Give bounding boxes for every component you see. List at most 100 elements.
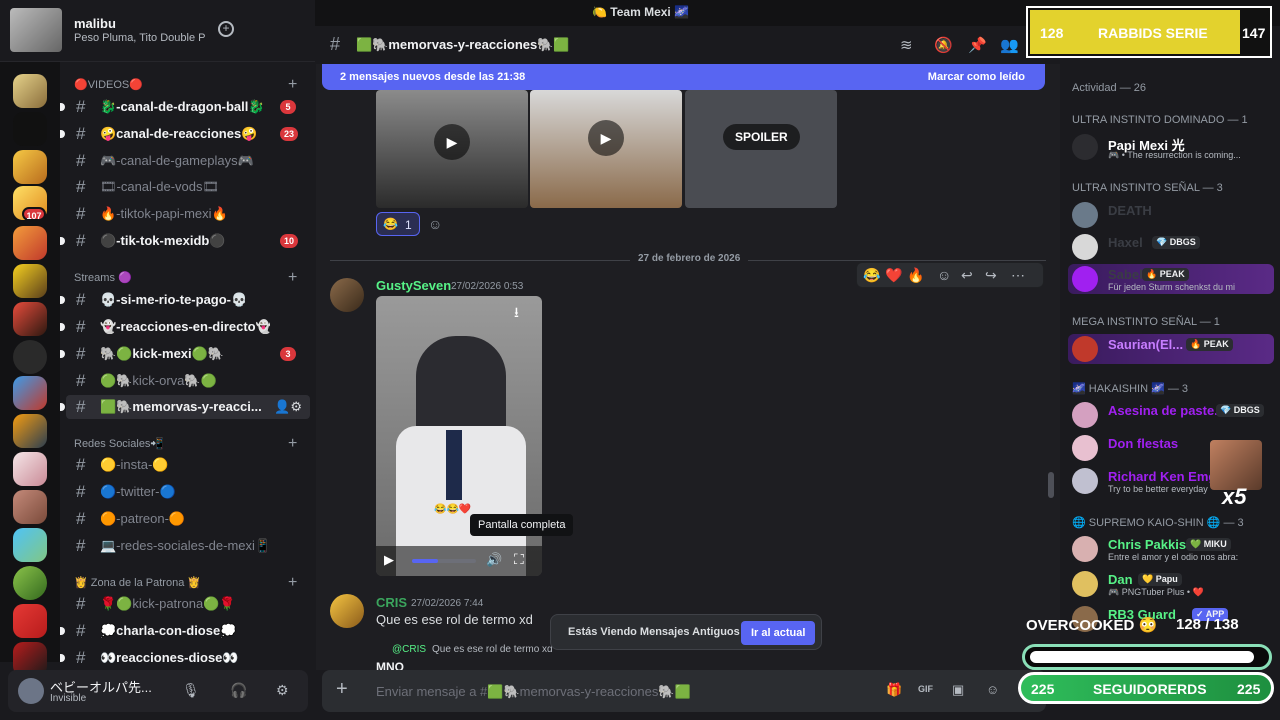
message-list[interactable]: 2 mensajes nuevos desde las 21:38 Marcar… [316, 64, 1060, 670]
activity-header[interactable]: Actividad — 26 [1072, 82, 1146, 94]
member-item[interactable]: Saurian(El... 🔥 PEAK [1068, 334, 1274, 364]
member-item[interactable]: Asesina de paste... 💎 DBGS [1068, 400, 1274, 430]
add-reaction-icon[interactable]: ☺ [937, 267, 951, 283]
headphones-icon[interactable]: 🎧 [230, 682, 247, 699]
message-composer[interactable]: + Enviar mensaje a #🟩🐘memorvas-y-reaccio… [322, 670, 1046, 712]
add-icon[interactable]: + [218, 21, 234, 37]
category-streams[interactable]: Streams 🟣 [74, 271, 132, 284]
add-channel-icon[interactable]: + [288, 575, 297, 591]
play-icon[interactable]: ▶ [588, 120, 624, 156]
server-icon[interactable] [13, 528, 47, 562]
channel-label: 👀reacciones-diose👀 [100, 650, 239, 665]
play-icon[interactable]: ▶ [434, 124, 470, 160]
category-redes[interactable]: Redes Sociales📲 [74, 437, 164, 450]
forward-icon[interactable]: ↪ [985, 267, 997, 284]
channel-item[interactable]: # 💻-redes-sociales-de-mexi📱 [66, 534, 310, 558]
emoji-icon[interactable]: ☺ [986, 682, 999, 697]
gift-icon[interactable]: 🎁 [886, 682, 902, 698]
composer-input[interactable]: Enviar mensaje a #🟩🐘memorvas-y-reaccione… [376, 684, 691, 700]
upload-plus-icon[interactable]: + [336, 679, 348, 699]
message-author[interactable]: GustySeven [376, 278, 451, 293]
channel-item[interactable]: # 🐘🟢kick-mexi🟢🐘 3 [60, 342, 310, 366]
member-item[interactable]: Chris Pakkis 💚 MIKU Entre el amor y el o… [1068, 534, 1274, 564]
channel-item[interactable]: # 💀-si-me-rio-te-pago-💀 [60, 288, 310, 312]
volume-icon[interactable]: 🔊 [486, 552, 502, 568]
server-icon[interactable] [13, 226, 47, 260]
download-icon[interactable]: ⭳ [514, 302, 519, 326]
reply-text[interactable]: Que es ese rol de termo xd [432, 644, 553, 655]
gear-icon[interactable]: ⚙ [276, 682, 289, 699]
channel-actions[interactable]: 👤⚙ [274, 399, 302, 415]
channel-item[interactable]: # 🎮-canal-de-gameplays🎮 [66, 149, 310, 173]
threads-icon[interactable]: ≋ [900, 36, 913, 54]
channel-item[interactable]: # 🟡-insta-🟡 [66, 453, 310, 477]
message-author[interactable]: MNO [376, 660, 404, 670]
server-icon[interactable] [13, 112, 47, 146]
gif-icon[interactable]: GIF [918, 684, 933, 694]
fullscreen-icon[interactable]: ⛶ [514, 551, 524, 568]
add-channel-icon[interactable]: + [288, 270, 297, 286]
server-icon[interactable] [13, 566, 47, 600]
server-icon[interactable] [13, 302, 47, 336]
sticker-icon[interactable]: ▣ [952, 682, 964, 698]
channel-item-active[interactable]: # 🟩🐘memorvas-y-reacci... 👤⚙ [60, 395, 310, 419]
member-item[interactable]: Haxel 💎 DBGS [1068, 232, 1274, 262]
channel-item[interactable]: # 🟢🐘kick-orva🐘🟢 [66, 369, 310, 393]
server-icon[interactable] [13, 150, 47, 184]
members-icon[interactable]: 👥 [1000, 36, 1019, 54]
pin-icon[interactable]: 📌 [968, 36, 987, 54]
server-icon[interactable] [13, 264, 47, 298]
reaction-laugh-icon[interactable]: 😂 [863, 267, 880, 284]
channel-item[interactable]: # 🎞-canal-de-vods🎞 [66, 175, 310, 199]
reply-author[interactable]: @CRIS [392, 644, 426, 655]
add-reaction-icon[interactable]: ☺ [428, 216, 442, 232]
server-icon[interactable] [13, 74, 47, 108]
channel-item[interactable]: # 👀reacciones-diose👀 [60, 646, 310, 670]
server-icon[interactable] [13, 452, 47, 486]
channel-item[interactable]: # 💭charla-con-diose💭 [60, 619, 310, 643]
server-icon[interactable] [13, 490, 47, 524]
reply-icon[interactable]: ↩ [961, 267, 973, 284]
bell-muted-icon[interactable]: 🔕 [934, 36, 953, 54]
add-channel-icon[interactable]: + [288, 77, 297, 93]
avatar[interactable] [330, 278, 364, 312]
channel-item[interactable]: # ⚫-tik-tok-mexidb⚫ 10 [60, 229, 310, 253]
reaction-heart-icon[interactable]: ❤️ [885, 267, 902, 284]
member-item[interactable]: Papi Mexi 光 🎮 • The resurrection is comi… [1068, 132, 1274, 162]
video-thumbnail[interactable]: ▶ [376, 90, 528, 208]
channel-item[interactable]: # 🔵-twitter-🔵 [66, 480, 310, 504]
server-icon[interactable] [13, 604, 47, 638]
message-author[interactable]: CRIS [376, 595, 407, 610]
channel-item[interactable]: # 👻-reacciones-en-directo👻 [60, 315, 310, 339]
channel-item[interactable]: # 🌹🟢kick-patrona🟢🌹 [66, 592, 310, 616]
reaction-button[interactable]: 😂 1 [376, 212, 420, 236]
channel-item[interactable]: # 🐉-canal-de-dragon-ball🐉 5 [60, 95, 310, 119]
reaction-fire-icon[interactable]: 🔥 [907, 267, 924, 284]
member-item[interactable]: Sabel 🔥 PEAK Für jeden Sturm schenkst du… [1068, 264, 1274, 294]
more-icon[interactable]: ⋯ [1011, 267, 1025, 284]
guild-header[interactable]: malibu Peso Pluma, Tito Double P + [0, 0, 315, 62]
avatar[interactable] [330, 594, 364, 628]
member-item[interactable]: Dan 💛 Papu 🎮 PNGTuber Plus • ❤️ [1068, 569, 1274, 599]
new-messages-bar[interactable]: 2 mensajes nuevos desde las 21:38 Marcar… [322, 64, 1045, 90]
channel-item[interactable]: # 🔥-tiktok-papi-mexi🔥 [66, 202, 310, 226]
server-icon[interactable] [13, 340, 47, 374]
category-patrona[interactable]: 👸 Zona de la Patrona 👸 [74, 576, 201, 589]
seek-bar[interactable] [412, 559, 476, 563]
play-icon[interactable]: ▶ [384, 552, 394, 568]
channel-item[interactable]: # 🤪canal-de-reacciones🤪 23 [60, 122, 310, 146]
member-item[interactable]: DEATH [1068, 200, 1274, 230]
mark-read-button[interactable]: Marcar como leído [928, 71, 1025, 83]
add-channel-icon[interactable]: + [288, 436, 297, 452]
video-thumbnail[interactable]: ▶ [530, 90, 682, 208]
server-icon[interactable] [13, 414, 47, 448]
microphone-icon[interactable]: 🎙 [182, 682, 200, 699]
avatar[interactable] [18, 678, 44, 704]
scrollbar[interactable] [1048, 472, 1054, 498]
category-videos[interactable]: 🔴VIDEOS🔴 [74, 78, 143, 91]
server-icon[interactable] [13, 376, 47, 410]
jump-to-present-button[interactable]: Ir al actual [741, 621, 816, 645]
date-divider: 27 de febrero de 2026 [330, 253, 1046, 264]
spoiler-attachment[interactable]: SPOILER [685, 90, 837, 208]
channel-item[interactable]: # 🟠-patreon-🟠 [66, 507, 310, 531]
